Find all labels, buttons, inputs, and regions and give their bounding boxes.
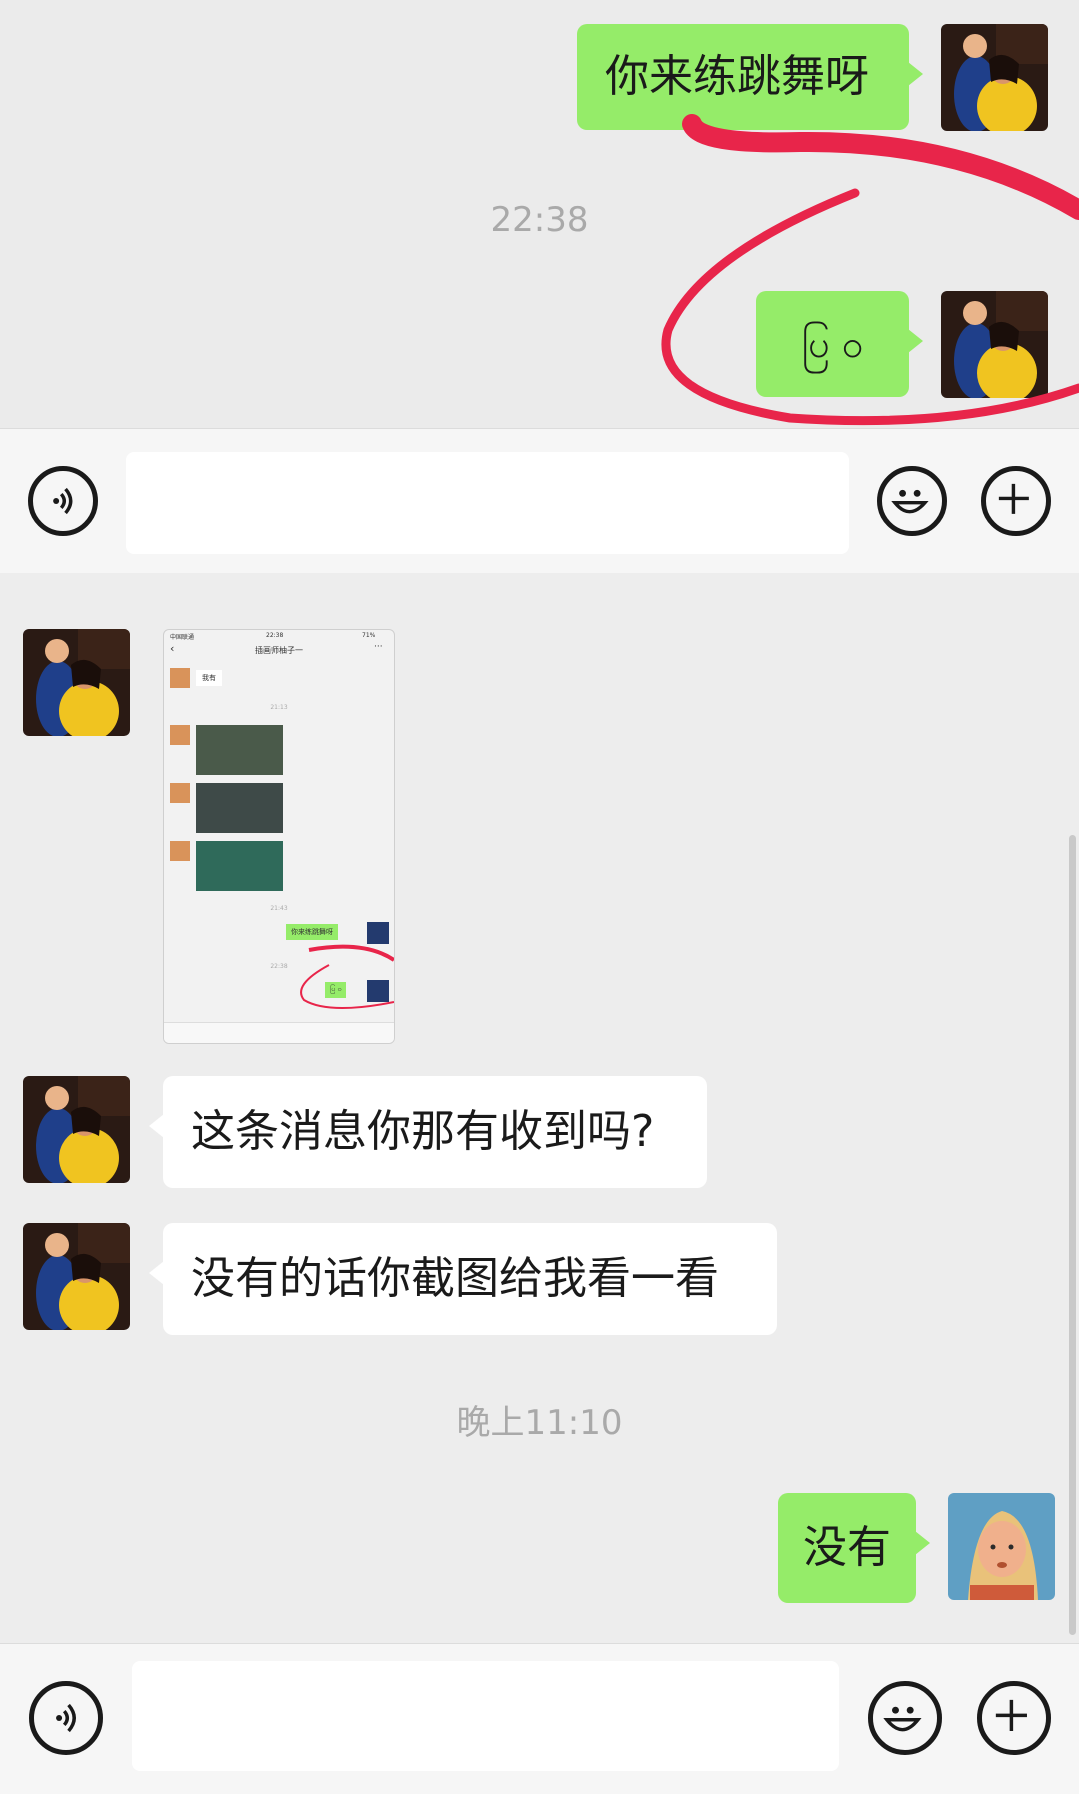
message-bubble-screenshot-request[interactable]: 没有的话你截图给我看一看 — [149, 1223, 777, 1335]
scrollbar[interactable] — [1069, 835, 1076, 1635]
timestamp: 晚上11:10 — [456, 1403, 623, 1443]
voice-icon[interactable] — [28, 466, 98, 536]
message-input[interactable] — [126, 452, 849, 554]
plus-icon[interactable] — [977, 1681, 1051, 1755]
message-text: 这条消息你那有收到吗? — [191, 1106, 655, 1157]
emoji-icon[interactable] — [868, 1681, 942, 1755]
top-chat-pane: 你来练跳舞呀 22:38 ပြ ဝ — [0, 0, 1079, 428]
mini-input-bar — [164, 1022, 394, 1043]
message-bubble-reply[interactable]: 没有 — [778, 1493, 930, 1603]
voice-icon[interactable] — [29, 1681, 103, 1755]
avatar-couple[interactable] — [23, 629, 130, 736]
input-bar-bottom — [0, 1643, 1079, 1794]
avatar-couple[interactable] — [23, 1223, 130, 1330]
message-text: 没有的话你截图给我看一看 — [191, 1253, 719, 1304]
input-bar-top — [0, 428, 1079, 574]
avatar-couple[interactable] — [23, 1076, 130, 1183]
message-input[interactable] — [132, 1661, 839, 1771]
screenshot-image-message[interactable]: 中国联通 22:38 71% ‹ 插画师柚子一 ··· 我有 21:13 21:… — [163, 629, 395, 1044]
mini-red-annotation — [300, 944, 394, 1009]
red-annotation-circle — [661, 114, 1079, 426]
plus-icon[interactable] — [981, 466, 1051, 536]
message-bubble-question[interactable]: 这条消息你那有收到吗? — [149, 1076, 707, 1188]
avatar-girl[interactable] — [948, 1493, 1055, 1600]
message-text: 没有 — [803, 1522, 891, 1573]
emoji-icon[interactable] — [877, 466, 947, 536]
